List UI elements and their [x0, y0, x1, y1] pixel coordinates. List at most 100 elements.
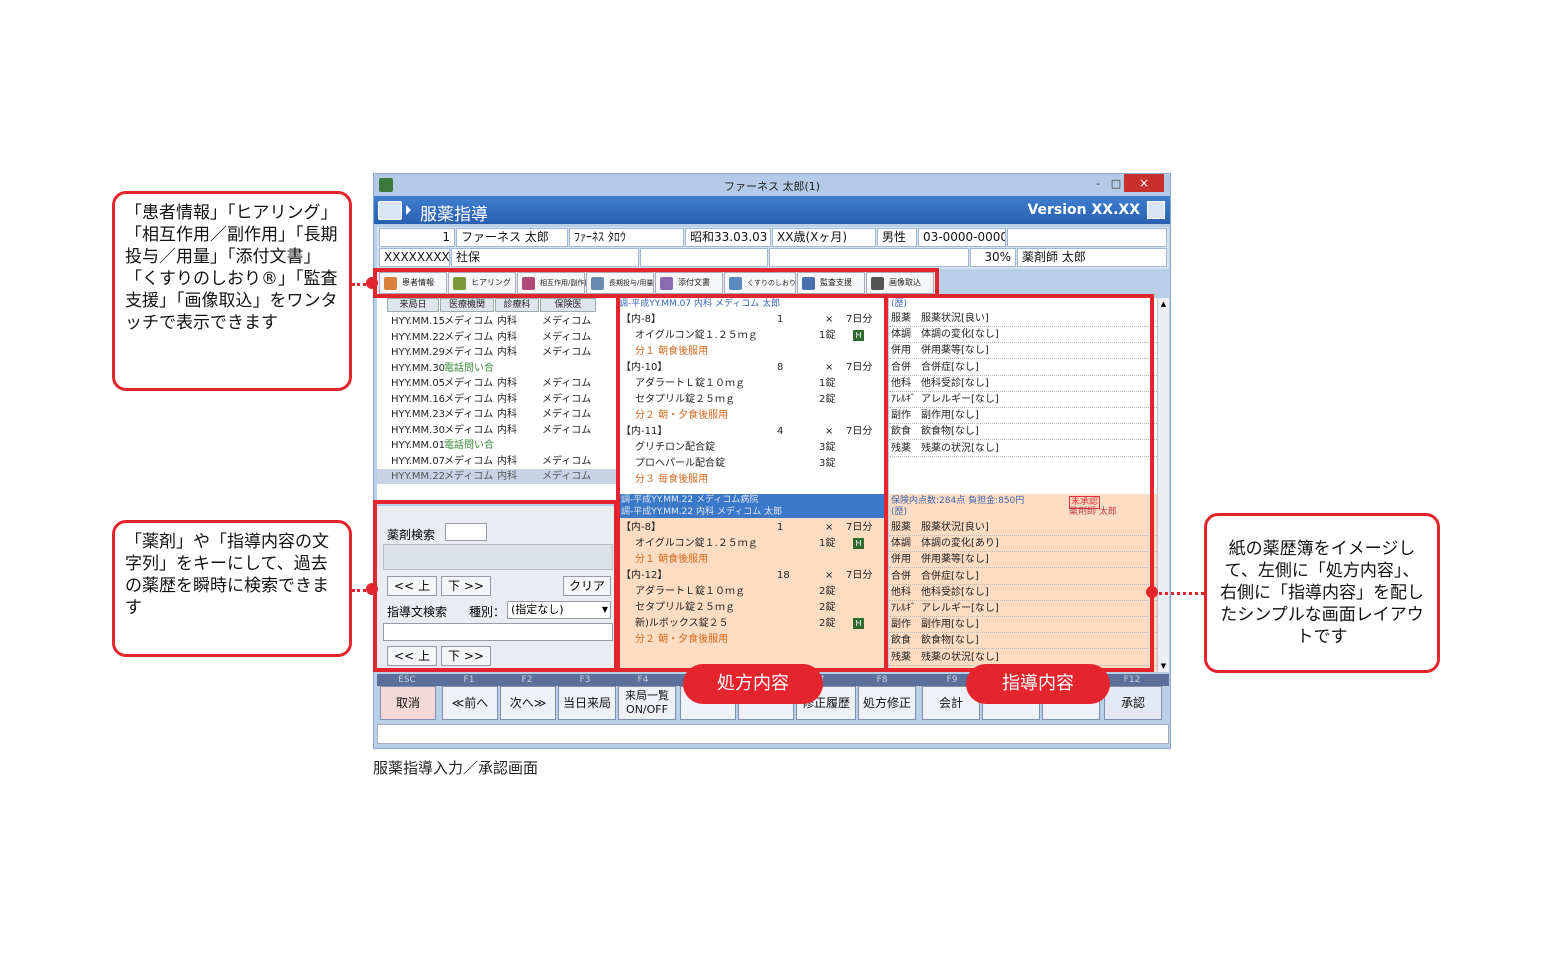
- visit-institution: メディコム: [444, 424, 494, 436]
- visit-institution: メディコム: [444, 347, 494, 358]
- screen-title: 服薬指導: [420, 205, 488, 225]
- visit-institution: メディコム: [444, 316, 494, 327]
- visit-date: HYY.MM.16: [391, 393, 446, 405]
- visit-row[interactable]: HYY.MM.30 電話問い合: [377, 361, 617, 376]
- today-visit-button[interactable]: 当日来局: [558, 686, 616, 720]
- minimize-button[interactable]: -: [1090, 176, 1106, 192]
- col-header-doctor[interactable]: 保険医: [540, 298, 596, 312]
- visit-row[interactable]: HYY.MM.22 メディコム 内科 メディコム: [377, 330, 617, 345]
- search-highlight: [373, 500, 618, 672]
- pharmacist-name: 薬剤師 太郎: [1017, 248, 1167, 267]
- visit-list: 来局日 医療機関 診療科 保険医 HYY.MM.15 メディコム 内科 メディコム HY…: [377, 298, 617, 504]
- scroll-up-icon[interactable]: ▲: [1158, 298, 1169, 310]
- visit-doctor: メディコム: [542, 378, 592, 389]
- visit-date: HYY.MM.30: [391, 424, 446, 436]
- visit-list-toggle-button[interactable]: 来局一覧 ON/OFF: [618, 686, 676, 720]
- visit-doctor: メディコム: [542, 331, 592, 343]
- patient-phone: 03-0000-0000: [918, 228, 1006, 247]
- visit-date: HYY.MM.30: [391, 362, 446, 374]
- visit-dept: 内科: [497, 378, 517, 389]
- visit-row[interactable]: HYY.MM.05 メディコム 内科 メディコム: [377, 376, 617, 391]
- next-button[interactable]: 次へ≫: [500, 686, 556, 720]
- visit-institution: メディコム: [444, 393, 494, 405]
- visit-date: HYY.MM.22: [391, 471, 446, 482]
- patient-kana: ﾌｧｰﾈｽ ﾀﾛｳ: [569, 228, 684, 247]
- fkey-label-f8: F8: [876, 675, 888, 685]
- visit-institution: 電話問い合: [444, 440, 494, 451]
- visit-institution: 電話問い合: [444, 362, 494, 374]
- fkey-label-f2: F2: [521, 675, 533, 685]
- visit-row[interactable]: HYY.MM.15 メディコム 内科 メディコム: [377, 314, 617, 329]
- scroll-down-icon[interactable]: ▼: [1158, 660, 1169, 672]
- prescription-edit-button[interactable]: 処方修正: [858, 686, 916, 720]
- toolbar-connector-dot: [366, 277, 378, 289]
- search-connector-dot: [366, 583, 378, 595]
- visit-doctor: メディコム: [542, 393, 592, 405]
- visit-date: HYY.MM.01: [391, 440, 446, 451]
- layout-callout: 紙の薬歴簿をイメージして、左側に「処方内容」、右側に「指導内容」を配したシンプル…: [1204, 513, 1440, 673]
- col-header-institution[interactable]: 医療機関: [440, 298, 494, 312]
- cancel-button[interactable]: 取消: [380, 686, 436, 720]
- content-divider: [884, 294, 888, 672]
- visit-institution: メディコム: [444, 455, 494, 467]
- title-bar: ファーネス 太郎(1) - □ ×: [374, 174, 1170, 196]
- visit-dept: 内科: [497, 393, 517, 405]
- visit-row[interactable]: HYY.MM.29 メディコム 内科 メディコム: [377, 345, 617, 360]
- patient-info: 1 ファーネス 太郎 ﾌｧｰﾈｽ ﾀﾛｳ 昭和33.03.03 XX歳(Xヶ月)…: [377, 227, 1169, 269]
- visit-doctor: メディコム: [542, 455, 592, 467]
- figure-caption: 服薬指導入力／承認画面: [373, 759, 539, 777]
- visit-dept: 内科: [497, 331, 517, 343]
- help-icon[interactable]: [1147, 201, 1165, 219]
- visit-date: HYY.MM.15: [391, 316, 446, 327]
- visit-row[interactable]: HYY.MM.23 メディコム 内科 メディコム: [377, 407, 617, 422]
- visit-institution: メディコム: [444, 331, 494, 343]
- search-callout: 「薬剤」や「指導内容の文字列」をキーにして、過去の薬歴を瞬時に検索できます: [112, 520, 352, 657]
- visit-doctor: メディコム: [542, 316, 592, 327]
- visit-institution: メディコム: [444, 471, 494, 482]
- prev-button[interactable]: ≪前へ: [442, 686, 498, 720]
- version-label: Version XX.XX: [1027, 202, 1140, 218]
- toolbar-callout: 「患者情報」「ヒアリング」「相互作用／副作用」「長期投与／用量」「添付文書」「く…: [112, 191, 352, 391]
- insurer-number: XXXXXXXX: [379, 248, 450, 267]
- close-button[interactable]: ×: [1124, 174, 1164, 192]
- layout-connector: [1154, 592, 1204, 595]
- visit-doctor: メディコム: [542, 347, 592, 358]
- patient-number: 1: [379, 228, 455, 247]
- status-bar: [377, 724, 1169, 744]
- patient-age: XX歳(Xヶ月): [772, 228, 876, 247]
- visit-institution: メディコム: [444, 378, 494, 389]
- fkey-label-f3: F3: [579, 675, 591, 685]
- visit-date: HYY.MM.07: [391, 455, 446, 467]
- layout-connector-dot: [1146, 586, 1158, 598]
- visit-dept: 内科: [497, 316, 517, 327]
- visit-date: HYY.MM.23: [391, 409, 446, 420]
- visit-dept: 内科: [497, 409, 517, 420]
- visit-date: HYY.MM.05: [391, 378, 446, 389]
- col-header-dept[interactable]: 診療科: [495, 298, 539, 312]
- approve-button[interactable]: 承認: [1104, 686, 1162, 720]
- visit-date: HYY.MM.29: [391, 347, 446, 358]
- patient-birth: 昭和33.03.03: [685, 228, 771, 247]
- visit-row[interactable]: HYY.MM.30 メディコム 内科 メディコム: [377, 423, 617, 438]
- insurance-type: 社保: [451, 248, 639, 267]
- scrollbar[interactable]: ▲ ▼: [1157, 298, 1169, 672]
- visit-row[interactable]: HYY.MM.01 電話問い合: [377, 438, 617, 453]
- visit-row[interactable]: HYY.MM.16 メディコム 内科 メディコム: [377, 392, 617, 407]
- visit-doctor: メディコム: [542, 424, 592, 436]
- maximize-button[interactable]: □: [1108, 176, 1124, 192]
- guidance-label-pill: 指導内容: [966, 664, 1110, 704]
- window-title: ファーネス 太郎(1): [723, 180, 821, 193]
- visit-row[interactable]: HYY.MM.07 メディコム 内科 メディコム: [377, 454, 617, 469]
- visit-doctor: メディコム: [542, 409, 592, 420]
- visit-dept: 内科: [497, 471, 517, 482]
- visit-dept: 内科: [497, 455, 517, 467]
- visit-dept: 内科: [497, 424, 517, 436]
- patient-extra-field: [1007, 228, 1167, 247]
- prescription-label-pill: 処方内容: [683, 664, 823, 704]
- patient-name: ファーネス 太郎: [456, 228, 568, 247]
- arrow-right-icon: [406, 205, 411, 215]
- visit-row[interactable]: HYY.MM.22 メディコム 内科 メディコム: [377, 469, 617, 484]
- screen-header: 服薬指導 Version XX.XX: [374, 196, 1170, 225]
- visit-institution: メディコム: [444, 409, 494, 420]
- col-header-date[interactable]: 来局日: [387, 298, 439, 312]
